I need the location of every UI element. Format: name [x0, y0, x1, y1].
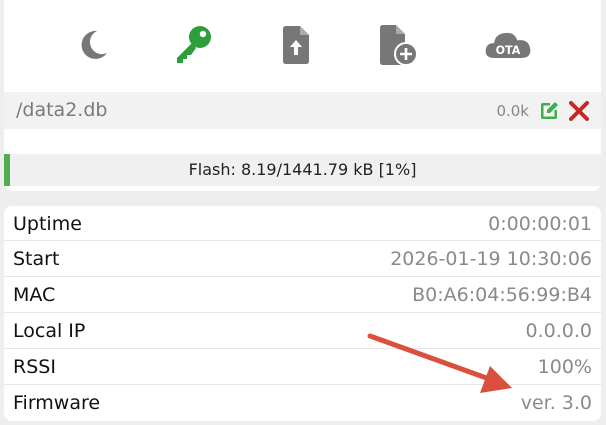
- file-list-item[interactable]: /data2.db 0.0k: [4, 92, 601, 129]
- file-name[interactable]: /data2.db: [16, 99, 107, 121]
- info-value: B0:A6:04:56:99:B4: [412, 284, 592, 306]
- info-label: Local IP: [13, 320, 86, 342]
- upload-file-button[interactable]: [271, 20, 321, 70]
- info-row-uptime: Uptime 0:00:00:01: [4, 206, 601, 241]
- edit-icon: [541, 102, 558, 119]
- key-icon: [177, 26, 211, 63]
- info-row-firmware: Firmware ver. 3.0: [4, 385, 601, 421]
- info-row-local-ip: Local IP 0.0.0.0: [4, 313, 601, 349]
- info-label: MAC: [13, 284, 56, 306]
- info-value: 0.0.0.0: [525, 320, 592, 342]
- info-label: Start: [13, 248, 60, 270]
- file-add-icon: [380, 25, 418, 66]
- flash-usage-text: Flash: 8.19/1441.79 kB [1%]: [188, 160, 417, 179]
- ota-cloud-icon: OTA: [485, 32, 531, 58]
- ota-label: OTA: [496, 44, 521, 57]
- moon-icon: [81, 30, 107, 59]
- info-value: 0:00:00:01: [488, 213, 592, 235]
- delete-file-button[interactable]: [568, 100, 590, 122]
- info-row-mac: MAC B0:A6:04:56:99:B4: [4, 277, 601, 313]
- edit-file-button[interactable]: [538, 100, 560, 122]
- theme-toggle-button[interactable]: [68, 20, 118, 70]
- file-size: 0.0k: [496, 102, 529, 120]
- info-value: 100%: [537, 356, 592, 378]
- info-label: Uptime: [13, 213, 82, 235]
- system-info-panel: Uptime 0:00:00:01 Start 2026-01-19 10:30…: [4, 206, 601, 421]
- key-button[interactable]: [168, 20, 218, 70]
- info-row-rssi: RSSI 100%: [4, 349, 601, 385]
- toolbar: OTA: [4, 0, 601, 92]
- flash-usage-bar: Flash: 8.19/1441.79 kB [1%]: [4, 154, 601, 186]
- delete-icon: [569, 101, 589, 121]
- info-value: 2026-01-19 10:30:06: [390, 248, 592, 270]
- info-row-start: Start 2026-01-19 10:30:06: [4, 241, 601, 277]
- info-value: ver. 3.0: [520, 392, 592, 414]
- file-upload-icon: [283, 26, 309, 64]
- new-file-button[interactable]: [373, 20, 423, 70]
- ota-update-button[interactable]: OTA: [483, 20, 533, 70]
- info-label: RSSI: [13, 356, 56, 378]
- file-manager-panel: OTA /data2.db 0.0k Flash: 8.19/1441.79 k…: [4, 0, 601, 191]
- info-label: Firmware: [13, 392, 101, 414]
